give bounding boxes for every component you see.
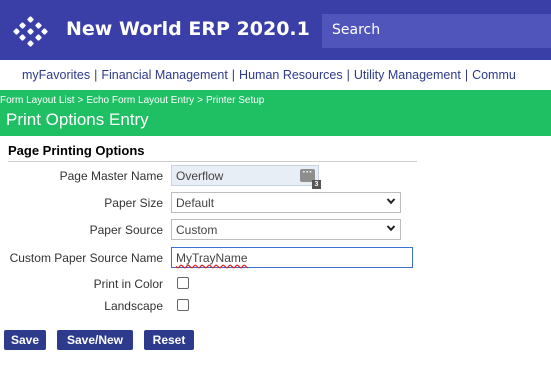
nav-separator: | xyxy=(346,68,350,82)
paper-size-select[interactable]: Default xyxy=(171,192,401,213)
paper-source-value: Custom xyxy=(176,223,218,237)
top-nav: myFavorites | Financial Management | Human R… xyxy=(0,60,551,90)
custom-paper-source-name-value: MyTrayName xyxy=(176,251,248,265)
count-badge: 3 xyxy=(312,180,321,189)
save-button[interactable]: Save xyxy=(4,330,46,350)
search-input[interactable]: Search xyxy=(322,14,551,48)
app-header: New World ERP 2020.1 Search xyxy=(0,0,551,60)
nav-separator: | xyxy=(231,68,236,82)
title-band: Form Layout List > Echo Form Layout Entry >… xyxy=(0,90,551,136)
landscape-label: Landscape xyxy=(104,299,163,313)
section-divider xyxy=(8,161,417,162)
reset-button[interactable]: Reset xyxy=(144,330,194,350)
nav-separator: | xyxy=(464,68,469,82)
nav-item-myfavorites[interactable]: myFavorites xyxy=(22,68,90,82)
breadcrumb-separator: > xyxy=(197,95,203,106)
paper-source-label: Paper Source xyxy=(89,223,163,237)
breadcrumb-printer-setup[interactable]: Printer Setup xyxy=(206,95,264,106)
page-master-name-label: Page Master Name xyxy=(59,169,163,183)
breadcrumb: Form Layout List > Echo Form Layout Entry >… xyxy=(0,95,264,106)
custom-paper-source-name-label: Custom Paper Source Name xyxy=(9,251,163,265)
custom-paper-source-name-input[interactable]: MyTrayName xyxy=(171,247,413,268)
section-title: Page Printing Options xyxy=(8,143,145,158)
breadcrumb-form-layout-list[interactable]: Form Layout List xyxy=(0,95,74,106)
landscape-checkbox[interactable] xyxy=(177,299,189,311)
save-new-button[interactable]: Save/New xyxy=(57,330,133,350)
print-in-color-label: Print in Color xyxy=(93,277,163,291)
page-master-name-field: Overflow xyxy=(171,165,319,186)
nav-item-human-resources[interactable]: Human Resources xyxy=(239,68,343,82)
nav-item-utility-management[interactable]: Utility Management xyxy=(354,68,461,82)
app-title[interactable]: New World ERP 2020.1 xyxy=(66,18,310,40)
paper-size-value: Default xyxy=(176,196,215,210)
breadcrumb-echo-form-layout-entry[interactable]: Echo Form Layout Entry xyxy=(86,95,194,106)
nav-item-financial-management[interactable]: Financial Management xyxy=(101,68,227,82)
page-title: Print Options Entry xyxy=(6,110,149,129)
paper-size-label: Paper Size xyxy=(104,196,163,210)
chevron-down-icon xyxy=(386,198,396,205)
nav-item-commu[interactable]: Commu xyxy=(472,68,516,82)
paper-source-select[interactable]: Custom xyxy=(171,219,401,240)
print-in-color-checkbox[interactable] xyxy=(177,277,189,289)
logo-icon[interactable] xyxy=(12,15,50,48)
chevron-down-icon xyxy=(386,225,396,232)
nav-separator: | xyxy=(94,68,98,82)
breadcrumb-separator: > xyxy=(77,95,84,106)
